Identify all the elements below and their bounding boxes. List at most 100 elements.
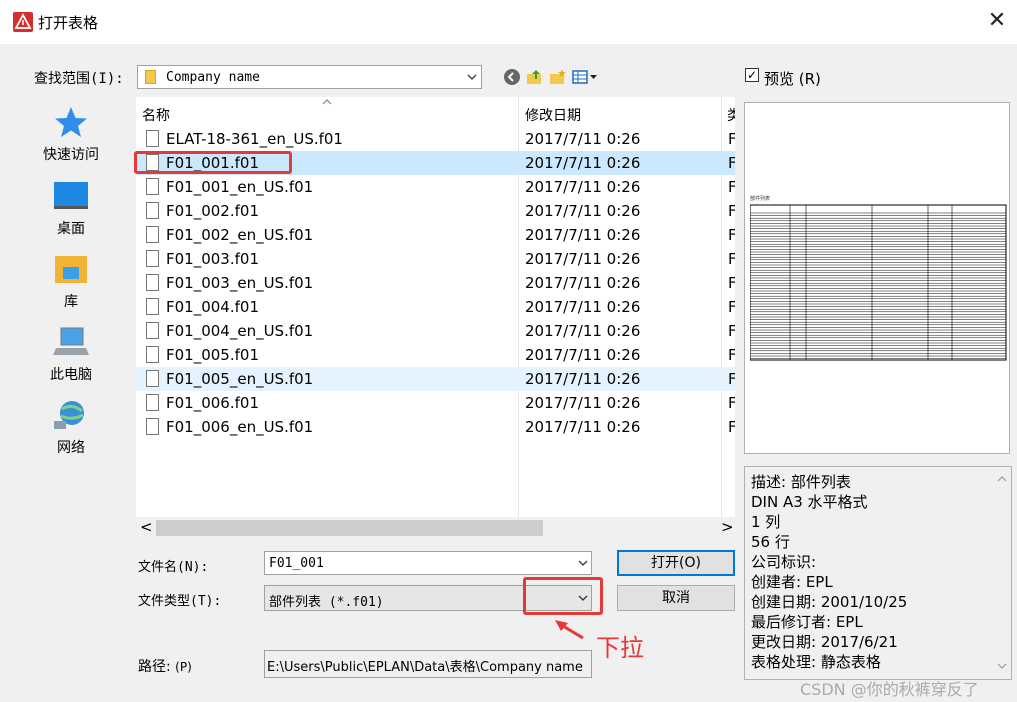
filename-value[interactable]: F01_001 [269,556,324,571]
file-icon [146,250,159,267]
cancel-button[interactable]: 取消 [617,585,735,611]
file-row[interactable]: F01_005_en_US.f01 2017/7/11 0:26 F [136,367,735,391]
preview-table-thumbnail [750,204,1007,361]
filetype-label: 文件类型(T): [138,594,222,609]
place-label: 桌面 [57,221,85,237]
star-icon [55,107,87,137]
file-row[interactable]: F01_003.f01 2017/7/11 0:26 F [136,247,735,271]
column-header-type[interactable]: 类 [727,105,735,125]
path-hotkey: (P) [175,660,192,674]
file-row[interactable]: F01_004.f01 2017/7/11 0:26 F [136,295,735,319]
description-line: 更改日期: 2017/6/21 [751,633,898,651]
file-name: F01_003_en_US.f01 [166,274,314,292]
place-desktop[interactable]: 桌面 [16,180,126,238]
library-icon [55,256,87,283]
network-icon [54,401,84,429]
file-type: F [728,226,735,244]
file-row[interactable]: F01_001_en_US.f01 2017/7/11 0:26 F [136,175,735,199]
file-date: 2017/7/11 0:26 [525,298,641,316]
file-icon [146,298,159,315]
file-type: F [728,346,735,364]
file-icon [146,394,159,411]
window-title: 打开表格 [38,14,99,32]
file-icon [146,178,159,195]
file-row[interactable]: F01_006_en_US.f01 2017/7/11 0:26 F [136,415,735,439]
file-row[interactable]: F01_002.f01 2017/7/11 0:26 F [136,199,735,223]
column-header-name[interactable]: 名称 [142,105,170,125]
description-panel: 描述: 部件列表 DIN A3 水平格式 1 列 56 行公司标识: 创建者: EPL 创… [744,466,1012,680]
filename-label: 文件名(N): [138,560,209,575]
file-date: 2017/7/11 0:26 [525,346,641,364]
chevron-down-icon[interactable] [578,560,588,567]
place-network[interactable]: 网络 [16,399,126,457]
file-icon [146,130,159,147]
file-row[interactable]: F01_005.f01 2017/7/11 0:26 F [136,343,735,367]
filename-combo[interactable]: F01_001 [264,551,592,575]
file-name: F01_004_en_US.f01 [166,322,314,340]
horizontal-scrollbar[interactable]: < > [136,517,735,539]
file-name: F01_006.f01 [166,394,259,412]
file-row[interactable]: ELAT-18-361_en_US.f01 2017/7/11 0:26 F [136,127,735,151]
file-date: 2017/7/11 0:26 [525,370,641,388]
file-date: 2017/7/11 0:26 [525,154,641,172]
file-type: F [728,370,735,388]
place-library[interactable]: 库 [16,253,126,311]
scroll-left-icon[interactable]: < [140,518,153,536]
file-date: 2017/7/11 0:26 [525,274,641,292]
column-header-date[interactable]: 修改日期 [525,105,581,125]
file-type: F [728,274,735,292]
scroll-right-icon[interactable]: > [721,518,734,536]
path-field: E:\Users\Public\EPLAN\Data\表格\Company na… [264,650,592,678]
description-line: 表格处理: 静态表格 [751,653,881,671]
file-type: F [728,394,735,412]
highlight-dropdown [523,577,603,615]
path-label: 路径: (P) [138,656,192,676]
file-row[interactable]: F01_006.f01 2017/7/11 0:26 F [136,391,735,415]
places-bar: 快速访问 桌面 库 此电脑 网络 [16,96,131,626]
file-type: F [728,130,735,148]
new-folder-icon[interactable] [549,68,567,86]
close-button[interactable]: ✕ [982,6,1012,36]
description-scrollbar[interactable] [995,469,1010,677]
folder-icon [145,70,156,84]
description-line: 1 列 [751,513,781,531]
file-icon [146,274,159,291]
scroll-up-icon[interactable] [997,475,1007,482]
file-row[interactable]: F01_003_en_US.f01 2017/7/11 0:26 F [136,271,735,295]
watermark: CSDN @你的秋裤穿反了 [800,680,979,699]
open-button[interactable]: 打开(O) [617,550,735,576]
file-type: F [728,154,735,172]
preview-label[interactable]: 预览 (R) [764,68,821,89]
eplan-app-icon [13,12,33,32]
file-row[interactable]: F01_004_en_US.f01 2017/7/11 0:26 F [136,319,735,343]
path-value: E:\Users\Public\EPLAN\Data\表格\Company na… [267,660,583,675]
lookin-label: 查找范围(I): [34,71,124,87]
place-quick-access[interactable]: 快速访问 [16,106,126,164]
description-line: 56 行 [751,533,790,551]
view-menu-icon[interactable] [572,68,600,86]
up-folder-icon[interactable] [526,68,544,86]
file-date: 2017/7/11 0:26 [525,250,641,268]
file-name: F01_005.f01 [166,346,259,364]
scroll-down-icon[interactable] [997,663,1007,670]
place-label: 此电脑 [50,367,92,383]
file-name: ELAT-18-361_en_US.f01 [166,130,343,148]
file-name: F01_002_en_US.f01 [166,226,314,244]
scroll-thumb[interactable] [156,520,543,536]
file-row[interactable]: F01_002_en_US.f01 2017/7/11 0:26 F [136,223,735,247]
path-label-text: 路径: [138,659,171,675]
place-this-pc[interactable]: 此电脑 [16,326,126,384]
file-name: F01_006_en_US.f01 [166,418,314,436]
computer-icon [53,327,89,355]
description-line: DIN A3 水平格式 [751,493,868,511]
file-icon [146,346,159,363]
chevron-down-icon[interactable] [467,74,477,81]
preview-checkbox[interactable]: ✓ [745,68,759,82]
file-name: F01_005_en_US.f01 [166,370,314,388]
lookin-combo[interactable]: Company name [137,65,482,89]
place-label: 库 [64,294,78,310]
back-icon[interactable] [503,68,521,86]
file-icon [146,322,159,339]
preview-panel: 部件列表 [744,102,1010,454]
description-line: 描述: 部件列表 [751,473,851,491]
